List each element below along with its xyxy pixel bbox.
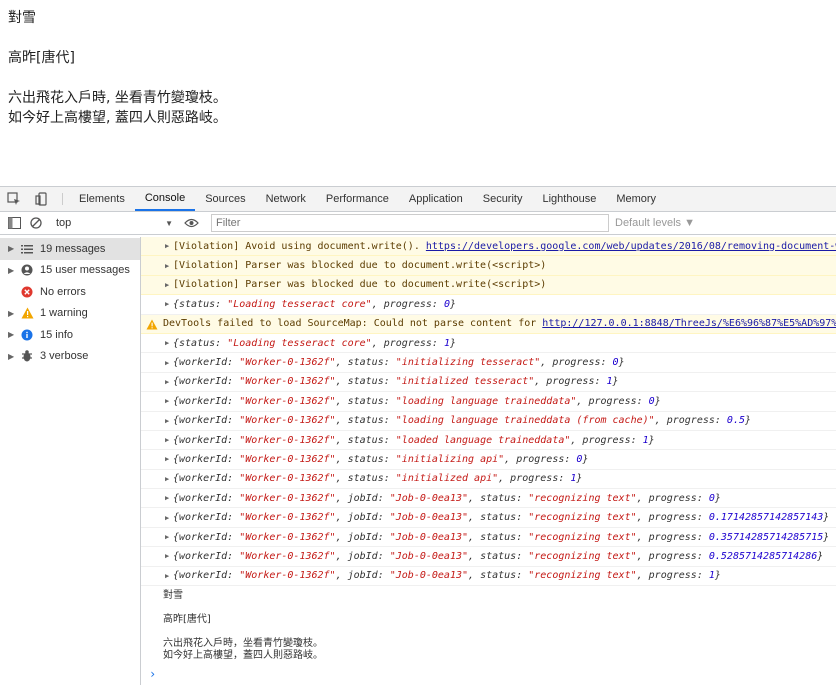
console-sidebar: ▶ 19 messages ▶ 15 user messages No erro… [0, 237, 141, 685]
console-row[interactable]: ▶ {workerId: "Worker-0-1362f", status: "l… [141, 412, 836, 431]
expand-triangle-icon: ▶ [165, 571, 170, 580]
console-row[interactable]: ▶ {workerId: "Worker-0-1362f", status: "i… [141, 450, 836, 470]
expand-triangle-icon: ▶ [165, 552, 170, 561]
expand-triangle-icon: ▶ [8, 265, 15, 275]
expand-triangle-icon: ▶ [165, 397, 170, 406]
expand-triangle-icon: ▶ [8, 330, 15, 340]
sidebar-item-messages[interactable]: ▶ 19 messages [0, 238, 140, 260]
console-toolbar: top ▼ Default levels ▼ [0, 212, 836, 235]
expand-triangle-icon: ▶ [165, 242, 170, 251]
eye-icon[interactable] [177, 218, 205, 228]
device-toggle-icon[interactable] [28, 187, 56, 211]
tab-performance[interactable]: Performance [316, 187, 399, 211]
sidebar-item-info[interactable]: ▶ 15 info [0, 324, 140, 346]
console-warning-row[interactable]: DevTools failed to load SourceMap: Could… [141, 314, 836, 334]
expand-triangle-icon: ▶ [165, 416, 170, 425]
page-content: 對雪 高昨[唐代] 六出飛花入戶時, 坐看青竹變瓊枝。 如今好上高樓望, 蓋四人… [0, 0, 836, 186]
verbose-icon [18, 349, 36, 363]
sidebar-item-warnings[interactable]: ▶ 1 warning [0, 303, 140, 325]
warning-icon [18, 306, 36, 320]
console-row[interactable]: ▶ {workerId: "Worker-0-1362f", status: "l… [141, 431, 836, 451]
user-icon [18, 263, 36, 277]
sidebar-item-errors[interactable]: No errors [0, 281, 140, 303]
expand-triangle-icon: ▶ [8, 351, 15, 361]
sidebar-item-label: 3 verbose [40, 350, 89, 363]
context-label: top [56, 217, 72, 229]
output-line: 六出飛花入戶時，坐看青竹變瓊枝。 [163, 638, 323, 650]
tab-security[interactable]: Security [473, 187, 533, 211]
console-row[interactable]: ▶ {workerId: "Worker-0-1362f", status: "l… [141, 392, 836, 412]
sourcemap-link[interactable]: http://127.0.0.1:8848/ThreeJs/%E6%96%87%… [542, 318, 836, 329]
console-row[interactable]: ▶ {workerId: "Worker-0-1362f", status: "i… [141, 353, 836, 373]
error-icon [18, 285, 36, 299]
console-row[interactable]: ▶ [Violation] Avoid using document.write… [141, 237, 836, 257]
inspect-icon[interactable] [0, 187, 28, 211]
sidebar-item-label: 15 user messages [40, 264, 130, 277]
sidebar-item-label: 1 warning [40, 307, 88, 320]
tab-application[interactable]: Application [399, 187, 473, 211]
expand-triangle-icon: ▶ [165, 261, 170, 270]
list-icon [18, 242, 36, 256]
expand-triangle-icon: ▶ [165, 358, 170, 367]
sidebar-item-user-messages[interactable]: ▶ 15 user messages [0, 260, 140, 282]
expand-triangle-icon: ▶ [165, 436, 170, 445]
poem-line-1: 六出飛花入戶時, 坐看青竹變瓊枝。 [8, 90, 227, 106]
clear-console-icon[interactable] [28, 217, 44, 229]
expand-triangle-icon: ▶ [165, 339, 170, 348]
console-row[interactable]: ▶ {status: "Loading tesseract core", pro… [141, 295, 836, 315]
output-line: 對雪 [163, 590, 183, 602]
expand-triangle-icon: ▶ [8, 244, 15, 254]
output-line: 如今好上高樓望，蓋四人則惡路岐。 [163, 650, 323, 662]
sidebar-item-label: 19 messages [40, 242, 106, 255]
console-row[interactable]: ▶ {workerId: "Worker-0-1362f", jobId: "Jo… [141, 567, 836, 587]
expand-triangle-icon: ▶ [165, 377, 170, 386]
worker-log-rows: ▶ {workerId: "Worker-0-1362f", status: "i… [141, 353, 836, 587]
console-row[interactable]: ▶ [Violation] Parser was blocked due to … [141, 256, 836, 276]
filter-input[interactable] [211, 214, 609, 232]
tab-network[interactable]: Network [256, 187, 316, 211]
expand-triangle-icon: ▶ [8, 308, 15, 318]
console-row[interactable]: ▶ {workerId: "Worker-0-1362f", jobId: "Jo… [141, 508, 836, 528]
console-row[interactable]: ▶ {workerId: "Worker-0-1362f", status: "i… [141, 373, 836, 393]
warning-icon [146, 319, 158, 333]
chevron-down-icon: ▼ [165, 218, 173, 228]
console-messages: ▶ [Violation] Avoid using document.write… [141, 237, 836, 685]
expand-triangle-icon: ▶ [165, 474, 170, 483]
console-row[interactable]: ▶ {workerId: "Worker-0-1362f", status: "i… [141, 470, 836, 490]
console-prompt-chevron-icon[interactable]: › [149, 667, 156, 681]
tab-console[interactable]: Console [134, 187, 196, 211]
poem-title: 對雪 [8, 10, 36, 26]
devtools-tabbar: Elements Console Sources Network Perform… [0, 187, 836, 212]
expand-triangle-icon: ▶ [165, 280, 170, 289]
tab-lighthouse[interactable]: Lighthouse [532, 187, 606, 211]
expand-triangle-icon: ▶ [165, 455, 170, 464]
info-icon [18, 328, 36, 342]
expand-triangle-icon: ▶ [165, 533, 170, 542]
tab-sources[interactable]: Sources [195, 187, 255, 211]
console-row[interactable]: ▶ {status: "Loading tesseract core", pro… [141, 334, 836, 354]
poem-line-2: 如今好上高樓望, 蓋四人則惡路岐。 [8, 110, 227, 126]
expand-triangle-icon: ▶ [165, 494, 170, 503]
poem-author: 高昨[唐代] [8, 50, 75, 66]
console-row[interactable]: ▶ [Violation] Parser was blocked due to … [141, 275, 836, 296]
sidebar-item-label: No errors [40, 285, 86, 298]
default-levels-dropdown[interactable]: Default levels ▼ [615, 217, 695, 229]
sidebar-item-verbose[interactable]: ▶ 3 verbose [0, 346, 140, 368]
devtools-panel: Elements Console Sources Network Perform… [0, 186, 836, 685]
expand-triangle-icon: ▶ [165, 513, 170, 522]
expand-triangle-icon: ▶ [165, 300, 170, 309]
console-output-text: 對雪 高昨[唐代] 六出飛花入戶時，坐看青竹變瓊枝。 如今好上高樓望，蓋四人則惡… [141, 586, 836, 662]
sidebar-toggle-icon[interactable] [0, 217, 28, 229]
tab-memory[interactable]: Memory [606, 187, 666, 211]
console-row[interactable]: ▶ {workerId: "Worker-0-1362f", jobId: "Jo… [141, 547, 836, 567]
sidebar-item-label: 15 info [40, 328, 74, 341]
tab-elements[interactable]: Elements [69, 187, 135, 211]
output-line: 高昨[唐代] [163, 614, 211, 626]
console-row[interactable]: ▶ {workerId: "Worker-0-1362f", jobId: "Jo… [141, 489, 836, 509]
source-link[interactable]: https://developers.google.com/web/update… [426, 241, 836, 252]
context-selector[interactable]: top ▼ [52, 214, 177, 232]
console-row[interactable]: ▶ {workerId: "Worker-0-1362f", jobId: "Jo… [141, 528, 836, 548]
